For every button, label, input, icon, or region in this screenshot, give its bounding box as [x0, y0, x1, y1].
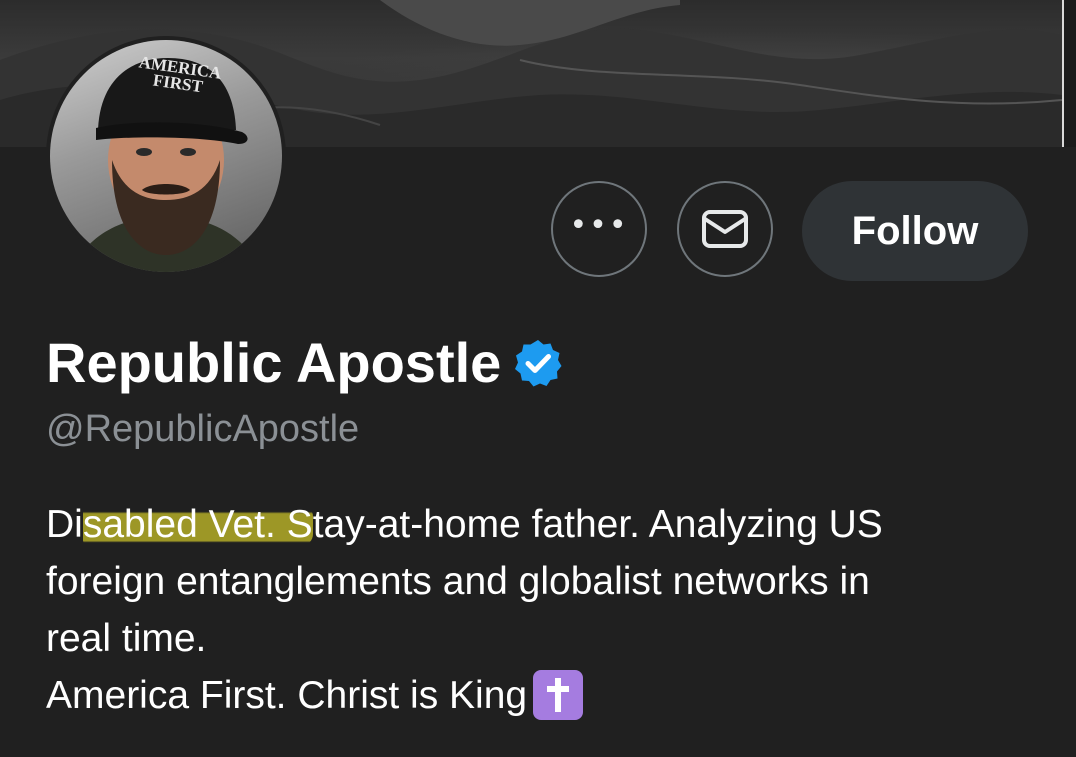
bio-line-4: America First. Christ is King: [46, 667, 1036, 724]
user-handle: @RepublicApostle: [46, 408, 360, 450]
more-dots-icon: •••: [569, 208, 629, 243]
display-name-row: Republic Apostle: [46, 330, 563, 395]
avatar[interactable]: AMERICA FIRST: [46, 36, 286, 276]
profile-bio: Disabled Vet. Stay-at-home father. Analy…: [46, 496, 1036, 724]
avatar-photo: AMERICA FIRST: [50, 40, 282, 272]
display-name: Republic Apostle: [46, 331, 502, 394]
follow-button[interactable]: Follow: [802, 181, 1028, 281]
bio-line4-text: America First. Christ is King: [46, 674, 528, 717]
bio-line1-pre: Di: [46, 503, 83, 546]
message-button[interactable]: [677, 181, 773, 277]
banner-scroll-edge: [1062, 0, 1076, 147]
bio-line-1: Disabled Vet. Stay-at-home father. Analy…: [46, 496, 1036, 553]
envelope-icon: [702, 210, 748, 248]
bio-highlight: sabled Vet. S: [82, 503, 313, 546]
more-options-button[interactable]: •••: [551, 181, 647, 277]
verified-badge-icon[interactable]: [513, 338, 563, 388]
bio-line1-post: tay-at-home father. Analyzing US: [312, 503, 883, 546]
bio-line-2: foreign entanglements and globalist netw…: [46, 560, 870, 603]
bio-line-3: real time.: [46, 617, 207, 660]
cross-icon: [533, 669, 584, 720]
